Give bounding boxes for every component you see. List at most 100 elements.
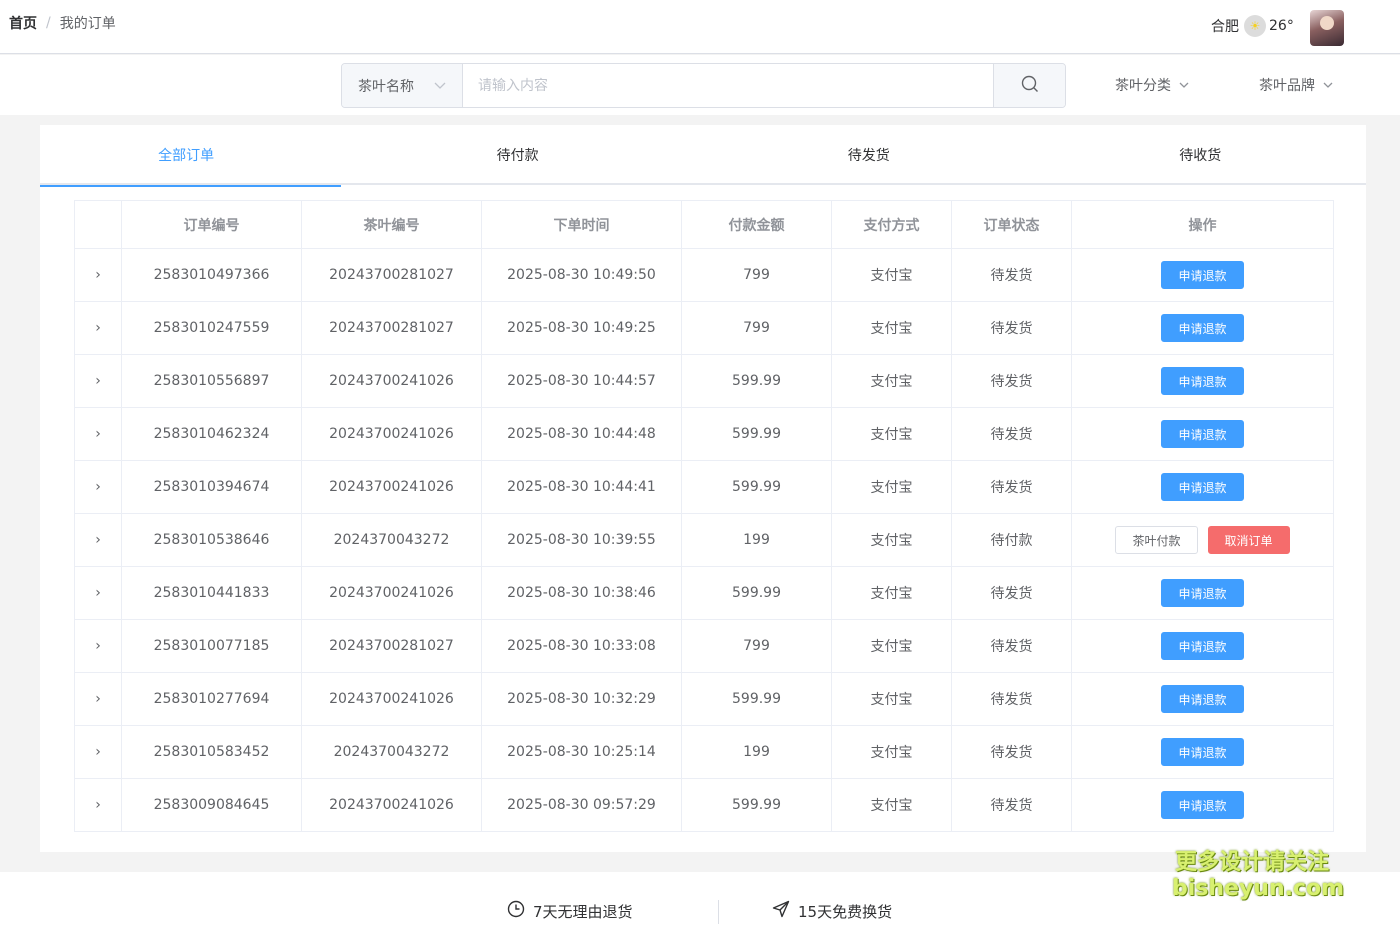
table-row: › 2583010077185 20243700281027 2025-08-30 1… — [74, 619, 1334, 673]
order-number-cell: 2583010247559 — [121, 301, 302, 355]
top-bar: 首页 / 我的订单 合肥 ☀ 26° — [0, 0, 1400, 54]
expand-row-toggle[interactable]: › — [74, 248, 122, 302]
pay-method-cell: 支付宝 — [831, 407, 952, 461]
order-number-cell: 2583009084645 — [121, 778, 302, 832]
tab-pending-shipment[interactable]: 待发货 — [703, 125, 1035, 185]
status-cell: 待发货 — [951, 672, 1072, 726]
order-time-cell: 2025-08-30 10:49:25 — [481, 301, 682, 355]
column-header-pay-method: 支付方式 — [831, 200, 952, 249]
expand-row-toggle[interactable]: › — [74, 619, 122, 673]
expand-row-toggle[interactable]: › — [74, 725, 122, 779]
search-field-select[interactable]: 茶叶名称 — [342, 64, 463, 107]
order-time-cell: 2025-08-30 10:44:48 — [481, 407, 682, 461]
order-number-cell: 2583010394674 — [121, 460, 302, 514]
status-cell: 待发货 — [951, 407, 1072, 461]
refund-button[interactable]: 申请退款 — [1161, 314, 1244, 342]
refund-button[interactable]: 申请退款 — [1161, 685, 1244, 713]
pay-button[interactable]: 茶叶付款 — [1115, 526, 1198, 554]
tea-number-cell: 20243700281027 — [301, 248, 482, 302]
actions-cell: 申请退款 — [1071, 778, 1334, 832]
column-header-actions: 操作 — [1071, 200, 1334, 249]
refund-button[interactable]: 申请退款 — [1161, 367, 1244, 395]
amount-cell: 599.99 — [681, 566, 832, 620]
brand-dropdown-label: 茶叶品牌 — [1259, 78, 1315, 94]
expand-row-toggle[interactable]: › — [74, 778, 122, 832]
refund-button[interactable]: 申请退款 — [1161, 473, 1244, 501]
actions-cell: 申请退款 — [1071, 460, 1334, 514]
avatar[interactable] — [1310, 10, 1344, 46]
pay-method-cell: 支付宝 — [831, 248, 952, 302]
tea-number-cell: 20243700281027 — [301, 619, 482, 673]
amount-cell: 799 — [681, 248, 832, 302]
status-cell: 待付款 — [951, 513, 1072, 567]
expand-row-toggle[interactable]: › — [74, 672, 122, 726]
amount-cell: 799 — [681, 301, 832, 355]
search-icon — [1021, 75, 1039, 97]
order-time-cell: 2025-08-30 09:57:29 — [481, 778, 682, 832]
tab-pending-receipt[interactable]: 待收货 — [1035, 125, 1367, 185]
table-row: › 2583010583452 2024370043272 2025-08-30 10… — [74, 725, 1334, 779]
search-bar: 茶叶名称 茶叶分类 茶叶品牌 — [0, 55, 1400, 115]
refund-button[interactable]: 申请退款 — [1161, 420, 1244, 448]
order-number-cell: 2583010277694 — [121, 672, 302, 726]
order-number-cell: 2583010556897 — [121, 354, 302, 408]
category-dropdown[interactable]: 茶叶分类 — [1115, 75, 1189, 95]
expand-row-toggle[interactable]: › — [74, 354, 122, 408]
expand-row-toggle[interactable]: › — [74, 566, 122, 620]
brand-dropdown[interactable]: 茶叶品牌 — [1259, 75, 1333, 95]
cancel-order-button[interactable]: 取消订单 — [1207, 526, 1290, 554]
actions-cell: 申请退款 — [1071, 301, 1334, 355]
order-number-cell: 2583010441833 — [121, 566, 302, 620]
refund-button[interactable]: 申请退款 — [1161, 579, 1244, 607]
refund-button[interactable]: 申请退款 — [1161, 738, 1244, 766]
feature-exchange-label: 15天免费换货 — [798, 902, 893, 921]
status-cell: 待发货 — [951, 725, 1072, 779]
amount-cell: 199 — [681, 725, 832, 779]
chevron-down-icon — [1179, 77, 1189, 93]
watermark: 更多设计请关注 bisheyun.com — [1172, 850, 1345, 902]
order-time-cell: 2025-08-30 10:44:41 — [481, 460, 682, 514]
watermark-line-1: 更多设计请关注 — [1174, 850, 1329, 875]
order-time-cell: 2025-08-30 10:25:14 — [481, 725, 682, 779]
search-button[interactable] — [993, 64, 1065, 107]
amount-cell: 599.99 — [681, 672, 832, 726]
refund-button[interactable]: 申请退款 — [1161, 632, 1244, 660]
category-dropdown-label: 茶叶分类 — [1115, 78, 1171, 94]
order-tabs: 全部订单 待付款 待发货 待收货 — [40, 125, 1367, 187]
column-header-order-time: 下单时间 — [481, 200, 682, 249]
tab-all-orders[interactable]: 全部订单 — [40, 125, 342, 187]
status-cell: 待发货 — [951, 566, 1072, 620]
actions-cell: 申请退款 — [1071, 672, 1334, 726]
actions-cell: 茶叶付款 取消订单 — [1071, 513, 1334, 567]
refund-button[interactable]: 申请退款 — [1161, 261, 1244, 289]
expand-row-toggle[interactable]: › — [74, 301, 122, 355]
actions-cell: 申请退款 — [1071, 566, 1334, 620]
search-input[interactable] — [463, 64, 993, 107]
column-header-tea-no: 茶叶编号 — [301, 200, 482, 249]
chevron-down-icon — [1323, 77, 1333, 93]
table-row: › 2583010394674 20243700241026 2025-08-30 1… — [74, 460, 1334, 514]
actions-cell: 申请退款 — [1071, 248, 1334, 302]
refund-button[interactable]: 申请退款 — [1161, 791, 1244, 819]
tab-pending-payment[interactable]: 待付款 — [332, 125, 703, 185]
breadcrumb-home[interactable]: 首页 — [9, 13, 37, 33]
amount-cell: 599.99 — [681, 354, 832, 408]
search-select-label: 茶叶名称 — [358, 78, 414, 95]
orders-table: 订单编号 茶叶编号 下单时间 付款金额 支付方式 订单状态 操作 › 258301… — [74, 200, 1334, 832]
order-number-cell: 2583010538646 — [121, 513, 302, 567]
expand-row-toggle[interactable]: › — [74, 407, 122, 461]
tea-number-cell: 20243700241026 — [301, 354, 482, 408]
tea-number-cell: 20243700241026 — [301, 672, 482, 726]
order-time-cell: 2025-08-30 10:49:50 — [481, 248, 682, 302]
status-cell: 待发货 — [951, 248, 1072, 302]
watermark-line-2: bisheyun.com — [1172, 876, 1345, 901]
feature-return-label: 7天无理由退货 — [533, 902, 633, 921]
pay-method-cell: 支付宝 — [831, 778, 952, 832]
expand-row-toggle[interactable]: › — [74, 513, 122, 567]
expand-row-toggle[interactable]: › — [74, 460, 122, 514]
pay-method-cell: 支付宝 — [831, 566, 952, 620]
status-cell: 待发货 — [951, 354, 1072, 408]
tea-number-cell: 20243700241026 — [301, 407, 482, 461]
tea-number-cell: 2024370043272 — [301, 513, 482, 567]
table-row: › 2583010277694 20243700241026 2025-08-30 1… — [74, 672, 1334, 726]
